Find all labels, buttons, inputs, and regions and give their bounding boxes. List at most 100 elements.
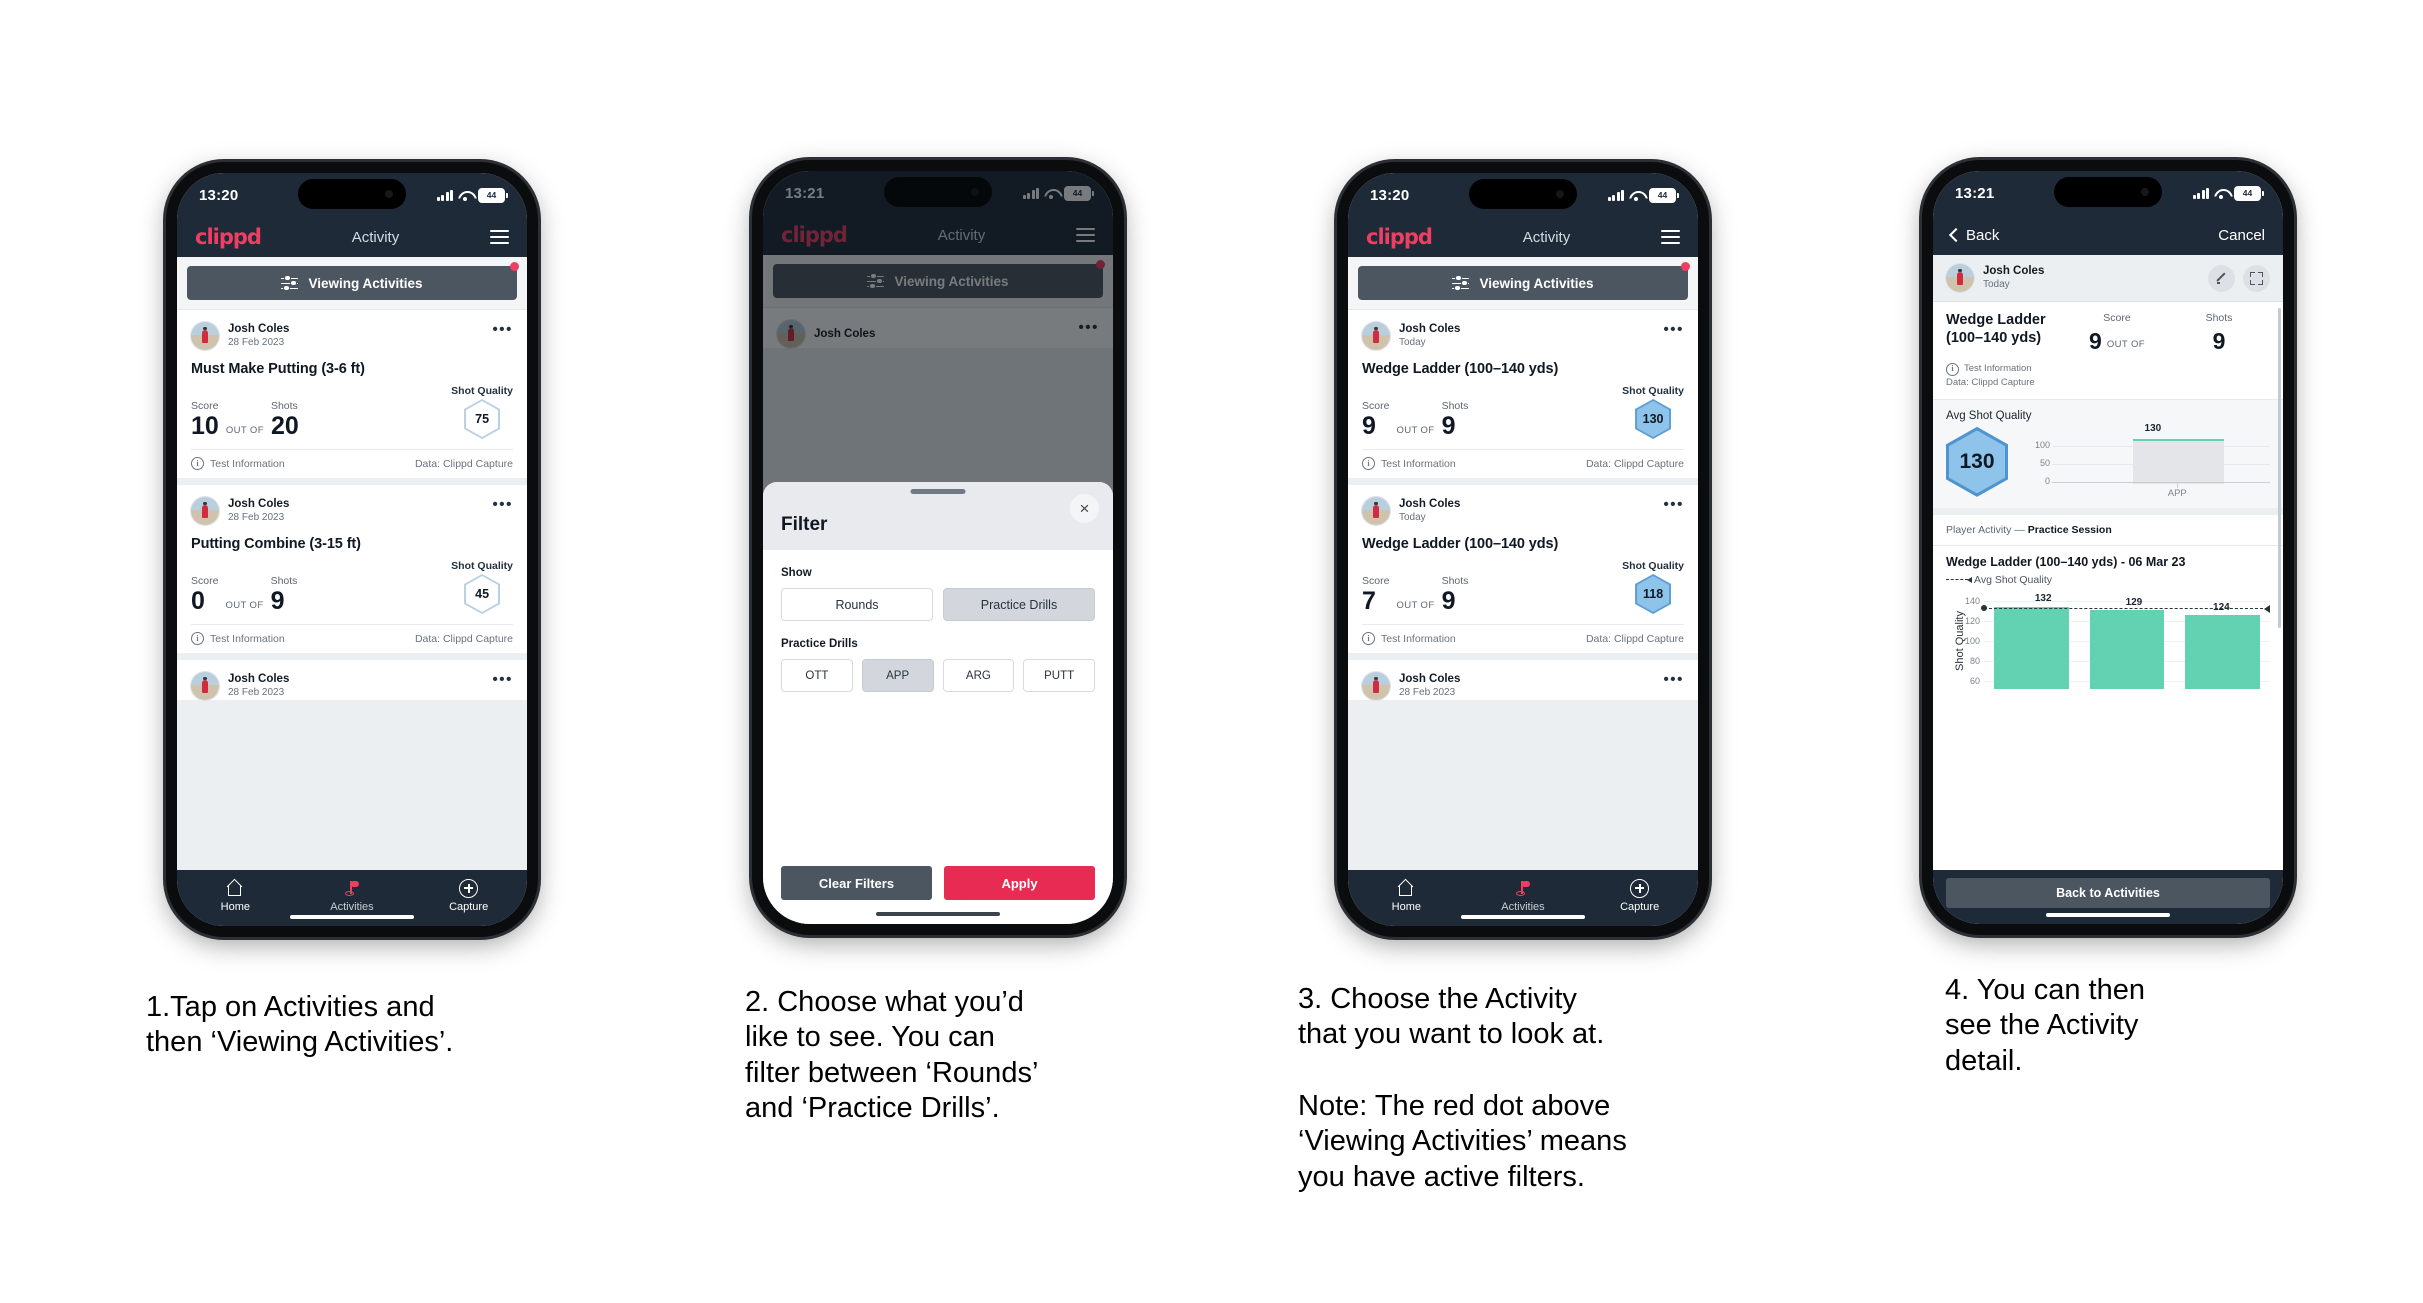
card-more-menu-icon[interactable]: ••• [1663,322,1684,337]
battery-level: 44 [1650,188,1675,202]
caption-1-line-1: 1.Tap on Activities and [146,991,435,1023]
tab-home[interactable]: Home [199,880,271,913]
show-option-practice-drills[interactable]: Practice Drills [943,588,1095,621]
card-stats: Score 7 OUT OF Shots 9 Shot Quality 118 [1362,554,1684,624]
hamburger-menu-icon[interactable] [490,230,509,244]
score-value: 10 [191,412,219,440]
back-to-activities-button[interactable]: Back to Activities [1946,878,2270,908]
caption-3-line-1: 3. Choose the Activity [1298,983,1577,1015]
tab-capture[interactable]: Capture [433,879,505,913]
activity-date: 28 Feb 2023 [1399,686,1456,698]
player-activity-row: Player Activity — Practice Session [1933,507,2283,545]
card-footer: i Test Information Data: Clippd Capture [191,449,513,478]
mini-ytick-50: 50 [2039,457,2050,468]
activity-card[interactable]: Josh Coles 28 Feb 2023 ••• Must Make Put… [177,310,527,478]
card-more-menu-icon[interactable]: ••• [492,672,513,687]
detail-user-bar: Josh Coles Today [1933,255,2283,302]
card-more-menu-icon[interactable]: ••• [492,497,513,512]
detail-scroll-area[interactable]: Wedge Ladder (100–140 yds) Score 9 OUT O… [1933,302,2283,870]
activity-card[interactable]: Josh Coles Today ••• Wedge Ladder (100–1… [1348,310,1698,478]
info-icon[interactable]: i [1946,362,1959,376]
tab-activities[interactable]: Activities [1487,880,1559,913]
show-label: Show [781,567,812,579]
shot-quality-hexagon: 130 [1635,399,1672,439]
activity-feed-3[interactable]: Josh Coles Today ••• Wedge Ladder (100–1… [1348,310,1698,870]
activity-date: Today [1983,278,2010,290]
bottom-tab-bar-3: Home Activities Capture [1348,870,1698,926]
card-user: Josh Coles Today [1362,497,1460,525]
close-glyph: × [1079,498,1090,518]
activity-card[interactable]: Josh Coles Today ••• Wedge Ladder (100–1… [1348,485,1698,653]
y-tick-100: 100 [1964,635,1980,646]
card-more-menu-icon[interactable]: ••• [1663,497,1684,512]
card-more-menu-icon[interactable]: ••• [1663,672,1684,687]
cellular-signal-icon [1607,189,1624,201]
card-footer: i Test Information Data: Clippd Capture [191,624,513,653]
cancel-button[interactable]: Cancel [2218,227,2265,244]
card-footer: i Test Information Data: Clippd Capture [1362,624,1684,653]
battery-icon: 44 [2234,185,2264,201]
card-more-menu-icon[interactable]: ••• [492,322,513,337]
shot-quality-hexagon: 45 [464,574,501,614]
status-indicators: 44 [436,187,508,203]
hamburger-menu-icon[interactable] [1661,230,1680,244]
shots-label: Shots [270,400,298,412]
caption-3-line-3: Note: The red dot above [1298,1089,1611,1122]
page-title: Activity [351,228,400,246]
filter-bar-3: Viewing Activities [1348,257,1698,310]
clippd-logo[interactable]: clippd [1366,225,1433,249]
tab-home[interactable]: Home [1370,880,1442,913]
score-label: Score [191,400,219,412]
card-user: Josh Coles Today [1362,322,1460,350]
card-user: Josh Coles 28 Feb 2023 [191,497,289,525]
filter-bar-1: Viewing Activities [177,257,527,310]
activity-title: Wedge Ladder (100–140 yds) [1946,312,2066,347]
apply-button[interactable]: Apply [944,866,1095,900]
shot-quality-label: Shot Quality [1622,385,1684,397]
edit-button[interactable] [2208,264,2235,292]
clear-filters-button[interactable]: Clear Filters [781,866,932,900]
activity-card[interactable]: Josh Coles 28 Feb 2023 ••• [177,660,527,700]
screen-1: 13:20 44 clippd Activity Viewing Activit… [177,173,527,926]
activity-title: Putting Combine (3-15 ft) [191,536,361,552]
close-icon[interactable]: × [1070,494,1099,523]
detail-actions [2208,264,2270,292]
drag-handle[interactable] [910,489,966,494]
drill-option-app[interactable]: APP [861,659,934,692]
drill-option-putt[interactable]: PUTT [1023,659,1095,692]
drill-option-ott[interactable]: OTT [781,659,853,692]
activity-card[interactable]: Josh Coles 28 Feb 2023 ••• [1348,660,1698,700]
drill-option-arg[interactable]: ARG [942,659,1015,692]
chart-title: Wedge Ladder (100–140 yds) - 06 Mar 23 [1946,554,2186,569]
viewing-activities-button[interactable]: Viewing Activities [187,266,517,300]
filter-sheet-header: × Filter [763,482,1113,550]
card-divider [1348,653,1698,660]
card-header: Josh Coles 28 Feb 2023 ••• [191,672,513,700]
viewing-activities-button[interactable]: Viewing Activities [1358,266,1688,300]
viewing-activities-label: Viewing Activities [308,275,423,291]
out-of-label: OUT OF [1396,600,1435,611]
battery-level: 44 [2235,186,2260,200]
tab-capture[interactable]: Capture [1604,879,1676,913]
clippd-logo[interactable]: clippd [195,225,262,249]
tab-label: Home [1391,900,1421,913]
caption-2-line-2: like to see. You can [745,1021,995,1054]
avatar [1362,672,1390,700]
back-button[interactable]: Back [1948,227,1999,244]
caption-2-line-1: 2. Choose what you’d [745,986,1024,1018]
fullscreen-button[interactable] [2243,264,2270,292]
activity-feed-1[interactable]: Josh Coles 28 Feb 2023 ••• Must Make Put… [177,310,527,870]
status-bar-1: 13:20 44 [177,173,527,217]
info-icon[interactable]: i [1362,632,1375,645]
scrollbar-thumb[interactable] [2278,308,2281,628]
show-options-group: Rounds Practice Drills [781,588,1095,621]
caption-4-line-3: detail. [1945,1044,2023,1077]
tab-activities[interactable]: Activities [316,880,388,913]
activity-date: 28 Feb 2023 [228,511,285,523]
show-option-rounds[interactable]: Rounds [781,588,933,621]
activity-card[interactable]: Josh Coles 28 Feb 2023 ••• Putting Combi… [177,485,527,653]
info-icon[interactable]: i [191,632,204,645]
info-icon[interactable]: i [1362,457,1375,470]
info-icon[interactable]: i [191,457,204,470]
score-value: 9 [1362,412,1376,440]
